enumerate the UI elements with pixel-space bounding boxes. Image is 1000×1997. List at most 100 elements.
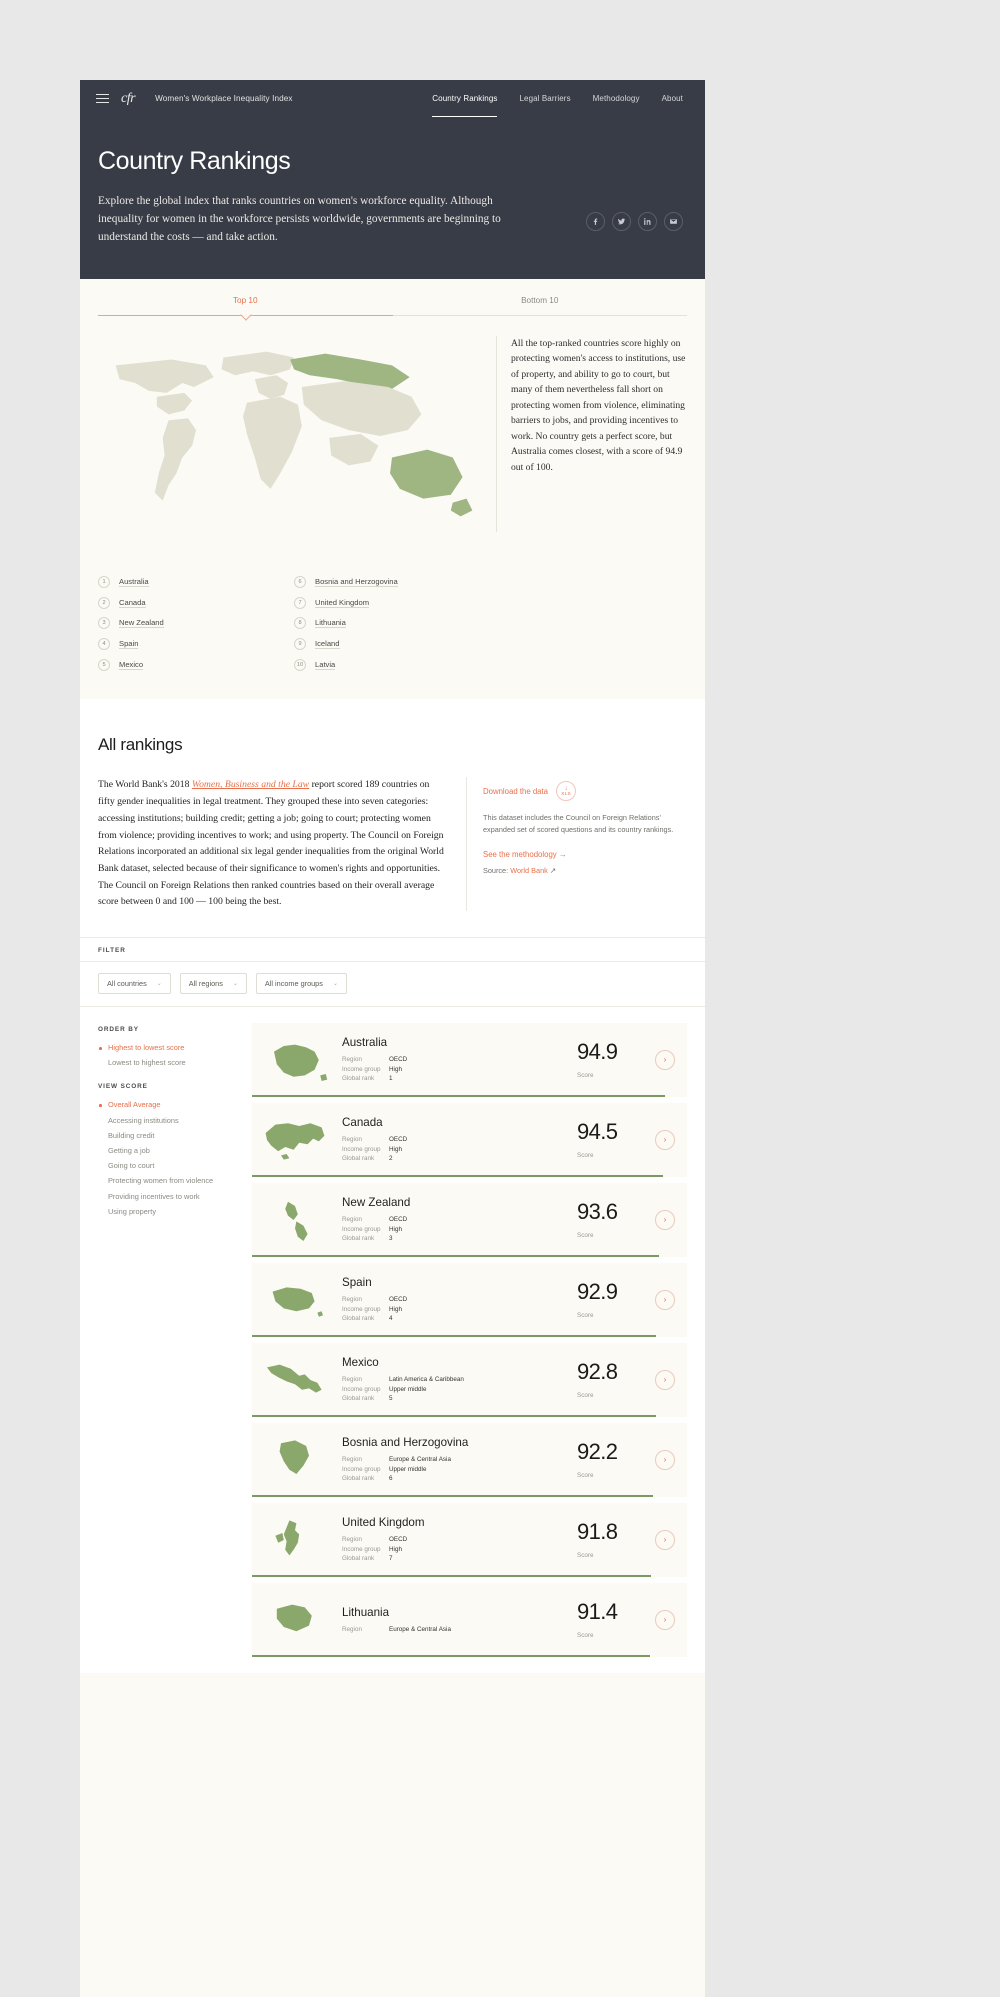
card-detail-arrow-icon[interactable]: ›: [655, 1289, 675, 1310]
source-link-world-bank[interactable]: World Bank: [510, 866, 548, 875]
score-label: Score: [577, 1631, 594, 1639]
card-detail-arrow-icon[interactable]: ›: [655, 1609, 675, 1630]
download-xls-icon[interactable]: ↓ XLS: [556, 781, 577, 802]
country-link[interactable]: United Kingdom: [315, 598, 370, 608]
order-by-lowest[interactable]: Lowest to highest score: [98, 1055, 238, 1070]
view-score-overall-average[interactable]: Overall Average: [98, 1097, 238, 1112]
card-detail-arrow-icon[interactable]: ›: [655, 1129, 675, 1150]
list-item[interactable]: 10 Latvia: [294, 655, 490, 676]
list-item[interactable]: 1 Australia: [98, 572, 294, 593]
view-score-building-credit[interactable]: Building credit: [98, 1128, 238, 1143]
linkedin-icon[interactable]: [638, 211, 657, 231]
rank-value: 3: [389, 1235, 393, 1243]
regions-select[interactable]: All regions ⌄: [179, 972, 247, 994]
income-row: Income group Upper middle: [342, 1385, 577, 1395]
country-info: New Zealand Region OECD Income group High Glo…: [332, 1196, 577, 1244]
country-card[interactable]: United Kingdom Region OECD Income group High…: [252, 1502, 687, 1577]
nav-item-legal-barriers[interactable]: Legal Barriers: [519, 80, 570, 117]
rank-label: Global rank: [342, 1235, 375, 1243]
list-item[interactable]: 2 Canada: [98, 592, 294, 613]
score-value: 91.8: [577, 1518, 618, 1544]
country-link[interactable]: Iceland: [315, 639, 340, 650]
country-link[interactable]: Australia: [119, 577, 149, 587]
country-card[interactable]: New Zealand Region OECD Income group High Glo…: [252, 1182, 687, 1257]
view-score-getting-a-job[interactable]: Getting a job: [98, 1143, 238, 1158]
source-line: Source: World Bank ↗: [483, 866, 687, 875]
country-card[interactable]: Spain Region OECD Income group High Global ra…: [252, 1262, 687, 1337]
tab-bottom-10[interactable]: Bottom 10: [392, 296, 687, 316]
list-item[interactable]: 3 New Zealand: [98, 613, 294, 634]
list-item[interactable]: 9 Iceland: [294, 634, 490, 655]
rank-value: 2: [389, 1155, 393, 1163]
region-label: Region: [342, 1215, 362, 1223]
list-item[interactable]: 4 Spain: [98, 634, 294, 655]
income-select[interactable]: All income groups ⌄: [255, 972, 347, 994]
nav-item-country-rankings[interactable]: Country Rankings: [432, 80, 498, 118]
rank-badge: 9: [294, 638, 306, 651]
email-icon[interactable]: [664, 211, 683, 231]
view-score-going-to-court[interactable]: Going to court: [98, 1158, 238, 1173]
twitter-icon[interactable]: [612, 211, 631, 231]
country-link[interactable]: Mexico: [119, 660, 144, 671]
country-name: Bosnia and Herzogovina: [342, 1435, 469, 1449]
country-map-icon: [258, 1272, 332, 1328]
score-bar: [252, 1414, 656, 1417]
country-info: United Kingdom Region OECD Income group High…: [332, 1516, 577, 1564]
list-item[interactable]: 7 United Kingdom: [294, 592, 490, 613]
country-link[interactable]: Bosnia and Herzogovina: [315, 577, 398, 587]
tab-top-10[interactable]: Top 10: [98, 296, 393, 316]
top10-lists: 1 Australia 2 Canada 3 New Zealand 4 Spa…: [98, 572, 687, 676]
region-value: OECD: [389, 1215, 408, 1223]
card-detail-arrow-icon[interactable]: ›: [655, 1529, 675, 1550]
world-map[interactable]: [98, 336, 490, 532]
filter-bar: All countries ⌄ All regions ⌄ All income…: [80, 960, 705, 1006]
country-card[interactable]: Mexico Region Latin America & Caribbean Inc…: [252, 1342, 687, 1417]
region-row: Region Latin America & Caribbean: [342, 1375, 577, 1385]
wbl-report-link[interactable]: Women, Business and the Law: [192, 779, 309, 790]
download-row: Download the data ↓ XLS: [483, 781, 687, 802]
country-card[interactable]: Australia Region OECD Income group High Globa…: [252, 1022, 687, 1097]
country-card[interactable]: Canada Region OECD Income group High Global r…: [252, 1102, 687, 1177]
country-link[interactable]: Spain: [119, 639, 139, 650]
country-link[interactable]: Canada: [119, 598, 146, 608]
cfr-logo[interactable]: cfr: [119, 91, 136, 107]
view-score-protecting-women[interactable]: Protecting women from violence: [98, 1173, 238, 1188]
countries-select[interactable]: All countries ⌄: [98, 972, 171, 994]
rank-badge: 2: [98, 596, 110, 609]
view-score-accessing-institutions[interactable]: Accessing institutions: [98, 1113, 238, 1128]
facebook-icon[interactable]: [586, 211, 605, 231]
list-item[interactable]: 8 Lithuania: [294, 613, 490, 634]
income-label: Income group: [342, 1545, 381, 1553]
card-detail-arrow-icon[interactable]: ›: [655, 1209, 675, 1230]
order-by-highest[interactable]: Highest to lowest score: [98, 1040, 238, 1055]
country-card[interactable]: Lithuania Region Europe & Central Asia 91.4…: [252, 1582, 687, 1657]
nav-left-group: cfr Women's Workplace Inequality Index: [96, 91, 293, 107]
list-item[interactable]: 6 Bosnia and Herzogovina: [294, 572, 490, 593]
list-item[interactable]: 5 Mexico: [98, 655, 294, 676]
methodology-link[interactable]: See the methodology →: [483, 850, 687, 859]
card-detail-arrow-icon[interactable]: ›: [655, 1369, 675, 1390]
countries-select-value: All countries: [107, 978, 147, 988]
rank-badge: 6: [294, 575, 306, 588]
filter-heading: FILTER: [98, 946, 126, 954]
card-detail-arrow-icon[interactable]: ›: [655, 1049, 675, 1070]
score-bar: [252, 1574, 652, 1577]
hamburger-menu-icon[interactable]: [96, 93, 109, 104]
country-link[interactable]: Latvia: [315, 660, 336, 671]
country-link[interactable]: New Zealand: [119, 618, 164, 629]
view-score-using-property[interactable]: Using property: [98, 1204, 238, 1219]
download-data-link[interactable]: Download the data: [483, 787, 548, 796]
country-link[interactable]: Lithuania: [315, 618, 346, 629]
nav-item-methodology[interactable]: Methodology: [593, 80, 640, 117]
country-card[interactable]: Bosnia and Herzogovina Region Europe & Cen…: [252, 1422, 687, 1497]
region-label: Region: [342, 1135, 362, 1143]
top10-lists-wrapper: 1 Australia 2 Canada 3 New Zealand 4 Spa…: [80, 572, 705, 700]
social-share-group: [586, 211, 683, 231]
nav-item-about[interactable]: About: [662, 80, 683, 117]
card-detail-arrow-icon[interactable]: ›: [655, 1449, 675, 1470]
score-bar: [252, 1254, 660, 1257]
top-navigation-bar: cfr Women's Workplace Inequality Index C…: [80, 80, 705, 118]
view-score-providing-incentives[interactable]: Providing incentives to work: [98, 1188, 238, 1203]
score-label: Score: [577, 1311, 594, 1319]
region-value: OECD: [389, 1535, 408, 1543]
